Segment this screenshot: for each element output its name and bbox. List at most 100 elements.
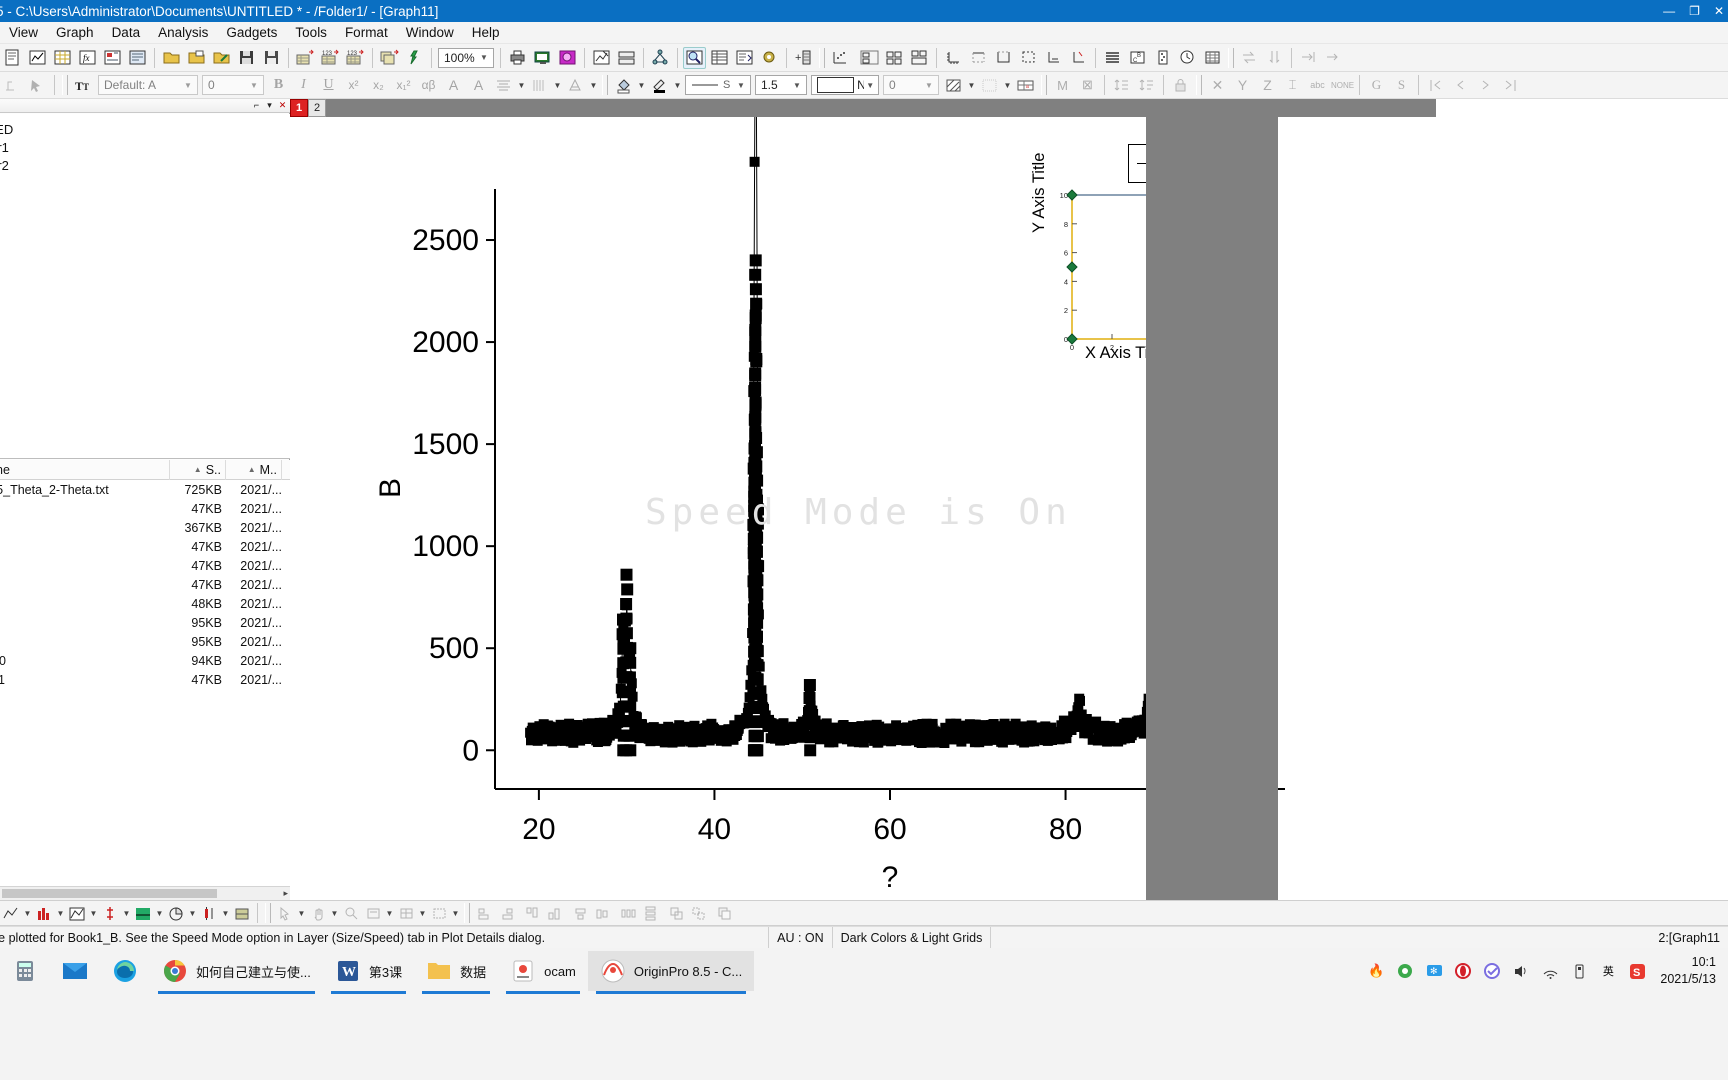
front-back-icon[interactable] <box>713 903 735 924</box>
file-list-row[interactable]: 1 47KB 2021/... <box>0 499 290 518</box>
shield-green-icon[interactable] <box>1395 961 1415 981</box>
duplicate-icon[interactable] <box>378 47 401 69</box>
file-list-row[interactable]: 5 47KB 2021/... <box>0 575 290 594</box>
taskbar-item-calculator[interactable] <box>0 951 50 991</box>
fill-color-icon[interactable] <box>612 74 635 96</box>
file-list-row[interactable]: 11 47KB 2021/... <box>0 670 290 689</box>
swap-columns-icon[interactable] <box>1238 47 1261 69</box>
flame-icon[interactable]: 🔥 <box>1366 961 1386 981</box>
toolbar-grip[interactable] <box>819 47 825 68</box>
menu-item-format[interactable]: Format <box>336 23 397 42</box>
wifi-icon[interactable] <box>1540 961 1560 981</box>
grid-icon[interactable] <box>1201 47 1224 69</box>
file-list-row[interactable]: 6 48KB 2021/... <box>0 594 290 613</box>
label-icon[interactable]: BC <box>1126 47 1149 69</box>
chevron-down-icon[interactable]: ▼ <box>1002 81 1013 90</box>
menu-item-gadgets[interactable]: Gadgets <box>217 23 286 42</box>
close-button[interactable]: ✕ <box>1714 4 1724 18</box>
supersubscript-button[interactable]: x₁² <box>392 74 415 96</box>
chevron-down-icon[interactable]: ▼ <box>922 81 936 90</box>
increase-font-button[interactable]: A <box>442 74 465 96</box>
usb-icon[interactable] <box>1569 961 1589 981</box>
bold-button[interactable]: B <box>267 74 290 96</box>
last-icon[interactable] <box>1499 74 1522 96</box>
column-scatter-icon[interactable] <box>1151 47 1174 69</box>
print-preview-icon[interactable] <box>531 47 554 69</box>
taskbar-item-ocam[interactable]: ocam <box>498 951 588 994</box>
frame-axes-icon[interactable] <box>1017 47 1040 69</box>
group-icon[interactable] <box>665 903 687 924</box>
check-icon[interactable] <box>1482 961 1502 981</box>
x-function-icon[interactable]: ✕ <box>1206 74 1229 96</box>
toolbar-grip[interactable] <box>265 903 271 923</box>
project-explorer-icon[interactable] <box>590 47 613 69</box>
chevron-down-icon[interactable]: ▼ <box>790 81 804 90</box>
chevron-down-icon[interactable]: ▼ <box>121 909 132 918</box>
new-matrix-icon[interactable] <box>101 47 124 69</box>
align-top-icon[interactable] <box>521 903 543 924</box>
merge-graph-icon[interactable] <box>858 47 881 69</box>
import-single-ascii-icon[interactable]: 123 <box>319 47 342 69</box>
minimize-button[interactable]: — <box>1663 4 1675 18</box>
menu-item-data[interactable]: Data <box>103 23 150 42</box>
taskbar-item-edge[interactable] <box>100 951 150 991</box>
distribute-icon[interactable] <box>1135 74 1158 96</box>
file-list-row[interactable]: 4 47KB 2021/... <box>0 556 290 575</box>
sort-descending-icon[interactable] <box>1263 47 1286 69</box>
toolbar-grip[interactable] <box>1041 75 1047 95</box>
chevron-down-icon[interactable]: ▼ <box>220 909 231 918</box>
chevron-down-icon[interactable]: ▼ <box>187 909 198 918</box>
greek-g-icon[interactable]: G <box>1365 74 1388 96</box>
line-plot-icon[interactable] <box>0 903 22 924</box>
scroll-right-icon[interactable]: ▸ <box>283 888 288 899</box>
area-plot-icon[interactable] <box>66 903 88 924</box>
toolbar-grip[interactable] <box>62 75 68 95</box>
import-wizard-icon[interactable] <box>294 47 317 69</box>
pie-plot-icon[interactable] <box>165 903 187 924</box>
new-function-icon[interactable]: fx <box>76 47 99 69</box>
sogou-icon[interactable]: S <box>1627 961 1647 981</box>
scrollbar-thumb[interactable] <box>2 889 217 898</box>
chevron-down-icon[interactable]: ▼ <box>154 909 165 918</box>
line-color-icon[interactable] <box>648 74 671 96</box>
line-width-combo[interactable]: 1.5 ▼ <box>755 75 807 95</box>
menu-item-analysis[interactable]: Analysis <box>149 23 217 42</box>
fill-swatch[interactable] <box>817 77 855 93</box>
layer-management-icon[interactable] <box>649 47 672 69</box>
next-plot-icon[interactable] <box>1297 47 1320 69</box>
file-list-row[interactable]: 2 367KB 2021/... <box>0 518 290 537</box>
chevron-down-icon[interactable]: ▼ <box>516 81 527 90</box>
layer-tab-1[interactable]: 1 <box>290 99 308 117</box>
column-header-size[interactable]: ▲ S.. <box>170 459 226 480</box>
open-icon[interactable] <box>160 47 183 69</box>
file-list-row[interactable]: 10 94KB 2021/... <box>0 651 290 670</box>
taskbar-item-word[interactable]: W 第3课 <box>323 951 414 994</box>
extract-to-layers-icon[interactable] <box>883 47 906 69</box>
layer-tab-2[interactable]: 2 <box>308 99 326 117</box>
data-display-icon[interactable] <box>708 47 731 69</box>
new-graph-icon[interactable] <box>26 47 49 69</box>
volume-icon[interactable] <box>1511 961 1531 981</box>
rescale-icon[interactable] <box>829 47 852 69</box>
italic-button[interactable]: I <box>292 74 315 96</box>
column-header-modified[interactable]: ▲ M.. <box>226 459 282 480</box>
file-list-row[interactable]: 3 47KB 2021/... <box>0 537 290 556</box>
new-workbook-icon[interactable] <box>51 47 74 69</box>
menu-item-help[interactable]: Help <box>463 23 509 42</box>
message-icon[interactable]: ✻ <box>1424 961 1444 981</box>
save-template-icon[interactable] <box>260 47 283 69</box>
column-plot-icon[interactable] <box>99 903 121 924</box>
chevron-down-icon[interactable]: ▼ <box>864 81 876 90</box>
chevron-down-icon[interactable]: ▼ <box>247 81 261 90</box>
chevron-down-icon[interactable]: ▼ <box>384 909 395 918</box>
copy-page-icon[interactable] <box>556 47 579 69</box>
menu-item-view[interactable]: View <box>0 23 47 42</box>
distribute-h-icon[interactable] <box>617 903 639 924</box>
fill-pattern-combo[interactable]: N ▼ <box>811 75 879 95</box>
axis-arrow-icon[interactable] <box>1067 47 1090 69</box>
toolbar-grip[interactable] <box>464 903 470 923</box>
extract-to-graphs-icon[interactable] <box>908 47 931 69</box>
import-multiple-ascii-icon[interactable]: 123 <box>344 47 367 69</box>
align-center-h-icon[interactable] <box>569 903 591 924</box>
next-icon[interactable] <box>1474 74 1497 96</box>
